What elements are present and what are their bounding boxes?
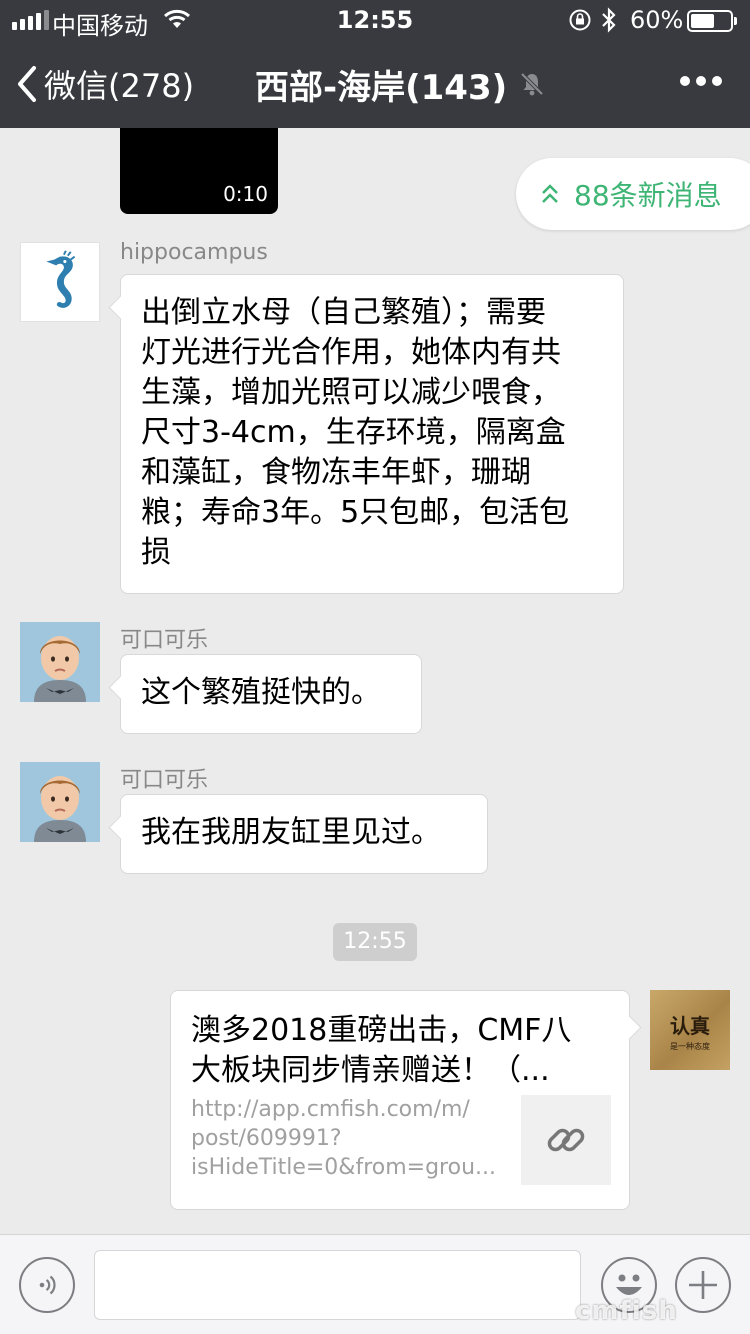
double-chevron-up-icon bbox=[542, 184, 558, 203]
message-line: 尺寸3-4cm，生存环境，隔离盒 bbox=[141, 415, 566, 450]
link-url-line: http://app.cmfish.com/m/ bbox=[191, 1097, 470, 1122]
message-line: 灯光进行光合作用，她体内有共 bbox=[141, 335, 561, 370]
link-icon bbox=[547, 1128, 585, 1152]
seahorse-icon bbox=[46, 250, 76, 308]
top-bar: 中国移动 12:55 60% 微信(278) 西部-海岸(143) bbox=[0, 0, 750, 128]
avatar[interactable] bbox=[20, 622, 100, 702]
battery-icon bbox=[687, 10, 737, 32]
message-line: 生藻，增加光照可以减少喂食， bbox=[141, 375, 561, 410]
watermark: cmfish bbox=[575, 1296, 678, 1326]
my-avatar[interactable]: 认真 是一种态度 bbox=[650, 990, 730, 1070]
message-text: 这个繁殖挺快的。 bbox=[141, 675, 381, 710]
avatar[interactable] bbox=[20, 762, 100, 842]
back-button[interactable]: 微信(278) bbox=[16, 58, 194, 110]
avatar-text: 认真 bbox=[670, 1014, 710, 1038]
battery-percent: 60% bbox=[630, 6, 684, 34]
message-bubble[interactable]: 出倒立水母（自己繁殖）；需要 灯光进行光合作用，她体内有共 生藻，增加光照可以减… bbox=[120, 274, 624, 594]
more-functions-button[interactable] bbox=[675, 1257, 731, 1313]
mute-bell-icon bbox=[519, 71, 545, 97]
status-bar: 中国移动 12:55 60% bbox=[0, 0, 750, 40]
link-thumbnail bbox=[521, 1095, 611, 1185]
sender-name: 可口可乐 bbox=[120, 768, 209, 793]
link-url-line: post/609991? bbox=[191, 1126, 342, 1151]
message-input[interactable] bbox=[94, 1250, 581, 1320]
link-url: http://app.cmfish.com/m/ post/609991? is… bbox=[191, 1095, 501, 1182]
voice-icon bbox=[39, 1275, 56, 1295]
message-line: 和藻缸，食物冻丰年虾，珊瑚 bbox=[141, 455, 531, 490]
new-messages-label: 88条新消息 bbox=[574, 179, 722, 212]
link-title-line: 大板块同步情亲赠送！（... bbox=[191, 1053, 550, 1088]
chat-area[interactable]: 0:10 88条新消息 hippocampus 出倒立水母（自己繁殖）；需要 灯… bbox=[0, 128, 750, 1234]
more-options-button[interactable] bbox=[680, 76, 722, 86]
sender-name: 可口可乐 bbox=[120, 628, 209, 653]
video-duration: 0:10 bbox=[223, 182, 268, 206]
message-bubble[interactable]: 我在我朋友缸里见过。 bbox=[120, 794, 488, 874]
rotation-lock-icon bbox=[568, 8, 592, 38]
time-divider: 12:55 bbox=[333, 923, 417, 961]
video-message[interactable]: 0:10 bbox=[120, 128, 278, 214]
voice-button[interactable] bbox=[19, 1257, 75, 1313]
sender-name: hippocampus bbox=[120, 240, 268, 265]
message-bubble[interactable]: 这个繁殖挺快的。 bbox=[120, 654, 422, 734]
avatar[interactable] bbox=[20, 242, 100, 322]
chevron-left-icon bbox=[18, 66, 36, 102]
message-text: 我在我朋友缸里见过。 bbox=[141, 815, 441, 850]
bluetooth-icon bbox=[600, 7, 618, 39]
group-name: 西部-海岸(143) bbox=[255, 67, 508, 108]
message-line: 损 bbox=[141, 535, 171, 570]
back-label: 微信(278) bbox=[44, 67, 195, 105]
avatar-subtext: 是一种态度 bbox=[670, 1042, 710, 1051]
link-title-line: 澳多2018重磅出击，CMF八 bbox=[191, 1013, 572, 1048]
chat-title: 西部-海岸(143) bbox=[255, 58, 545, 110]
link-url-line: isHideTitle=0&from=grou... bbox=[191, 1155, 497, 1180]
link-title: 澳多2018重磅出击，CMF八 大板块同步情亲赠送！（... bbox=[191, 1011, 611, 1091]
message-line: 粮；寿命3年。5只包邮，包活包 bbox=[141, 495, 570, 530]
new-messages-button[interactable]: 88条新消息 bbox=[516, 158, 750, 230]
plus-icon bbox=[689, 1271, 717, 1299]
link-card[interactable]: 澳多2018重磅出击，CMF八 大板块同步情亲赠送！（... http://ap… bbox=[170, 990, 630, 1210]
message-line: 出倒立水母（自己繁殖）；需要 bbox=[141, 295, 546, 330]
